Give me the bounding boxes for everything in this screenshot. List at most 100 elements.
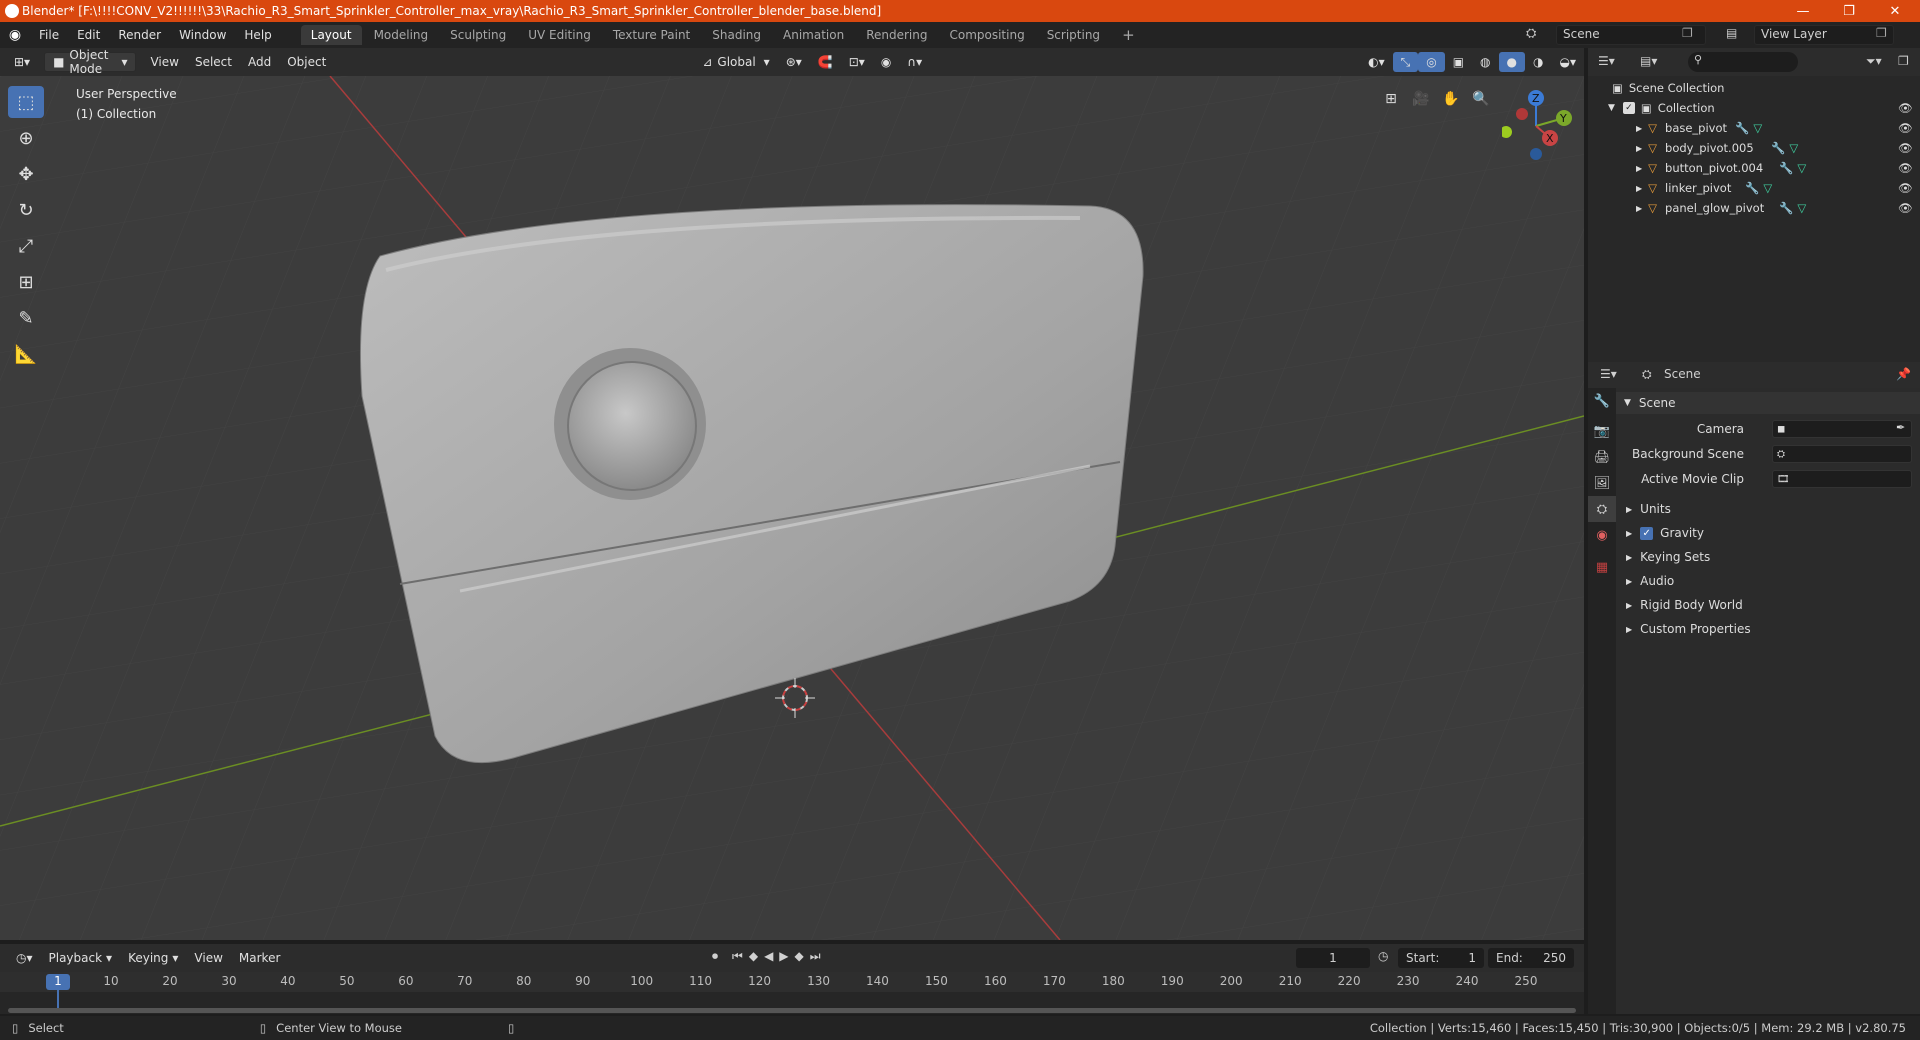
menu-timeline-view[interactable]: View bbox=[186, 948, 230, 968]
output-tab-icon[interactable]: 🖨 bbox=[1588, 444, 1616, 470]
eye-icon[interactable]: 👁 bbox=[1898, 181, 1913, 195]
restore-button[interactable]: ❐ bbox=[1826, 0, 1872, 22]
next-keyframe-icon[interactable]: ◆ bbox=[795, 949, 804, 964]
menu-playback[interactable]: Playback ▾ bbox=[41, 948, 121, 968]
tab-uv-editing[interactable]: UV Editing bbox=[518, 25, 601, 45]
neg-x-axis-icon[interactable] bbox=[1516, 108, 1528, 120]
proportional-edit-icon[interactable]: ◉ bbox=[873, 52, 899, 72]
snap-target-icon[interactable]: ⊡▾ bbox=[841, 52, 873, 72]
scene-panel-header[interactable]: ▼ Scene bbox=[1616, 392, 1920, 414]
menu-add[interactable]: Add bbox=[240, 52, 279, 72]
filter-icon[interactable]: ⏷▾ bbox=[1866, 54, 1882, 69]
visibility-icon[interactable]: ◐▾ bbox=[1360, 52, 1393, 72]
expand-arrow-icon[interactable]: ▶ bbox=[1636, 184, 1642, 193]
jump-end-icon[interactable]: ⏭ bbox=[810, 949, 821, 964]
new-collection-icon[interactable]: ❐ bbox=[1898, 54, 1909, 68]
transform-orientation-selector[interactable]: ⊿ Global ▾ bbox=[694, 52, 777, 72]
outliner-row-object[interactable]: ▶ ▽ button_pivot.004 🔧 ▽ 👁 bbox=[1588, 158, 1920, 178]
expand-arrow-icon[interactable]: ▶ bbox=[1636, 164, 1642, 173]
render-tab-icon[interactable]: 📷 bbox=[1588, 418, 1616, 444]
tab-scripting[interactable]: Scripting bbox=[1037, 25, 1110, 45]
world-tab-icon[interactable]: ◉ bbox=[1588, 522, 1616, 548]
expand-arrow-icon[interactable]: ▶ bbox=[1636, 124, 1642, 133]
tab-rendering[interactable]: Rendering bbox=[856, 25, 937, 45]
eye-icon[interactable]: 👁 bbox=[1898, 101, 1913, 115]
menu-view[interactable]: View bbox=[142, 52, 186, 72]
timeline[interactable]: 1 10 20 30 40 50 60 70 80 90 100 110 120 130 140 150 160… bbox=[0, 972, 1584, 1014]
eye-icon[interactable]: 👁 bbox=[1898, 121, 1913, 135]
expand-arrow-icon[interactable]: ▼ bbox=[1608, 103, 1615, 113]
outliner-row-object[interactable]: ▶ ▽ body_pivot.005 🔧 ▽ 👁 bbox=[1588, 138, 1920, 158]
properties-editor-icon[interactable]: ☰▾ bbox=[1600, 367, 1617, 381]
timeline-scrollbar[interactable] bbox=[8, 1008, 1576, 1013]
outliner-row-scene-collection[interactable]: ▣ Scene Collection bbox=[1588, 78, 1920, 98]
record-icon[interactable]: ⏺ bbox=[712, 949, 718, 964]
measure-tool-icon[interactable]: 📐 bbox=[8, 338, 44, 370]
view-layer-selector[interactable]: View Layer bbox=[1754, 25, 1894, 45]
active-movie-clip-field[interactable]: 🎞 bbox=[1772, 470, 1912, 488]
select-box-tool-icon[interactable]: ⬚ bbox=[8, 86, 44, 118]
eye-icon[interactable]: 👁 bbox=[1898, 161, 1913, 175]
current-frame-field[interactable]: 1 bbox=[1296, 948, 1370, 968]
eye-icon[interactable]: 👁 bbox=[1898, 141, 1913, 155]
play-icon[interactable]: ▶ bbox=[779, 949, 788, 964]
pivot-point-icon[interactable]: ⊛▾ bbox=[778, 52, 810, 72]
tab-shading[interactable]: Shading bbox=[702, 25, 771, 45]
toggle-view-icon[interactable]: ⊞ bbox=[1378, 86, 1404, 112]
eyedropper-icon[interactable]: ✒ bbox=[1896, 421, 1905, 434]
menu-render[interactable]: Render bbox=[109, 28, 170, 42]
camera-field[interactable]: ◼ bbox=[1772, 420, 1912, 438]
new-scene-icon[interactable]: ❐ bbox=[1682, 26, 1693, 40]
texture-tab-icon[interactable]: ▦ bbox=[1588, 554, 1616, 580]
rotate-tool-icon[interactable]: ↻ bbox=[8, 194, 44, 226]
timeline-editor-icon[interactable]: ◷▾ bbox=[8, 948, 41, 968]
camera-view-icon[interactable]: 🎥 bbox=[1408, 86, 1434, 112]
view-layer-tab-icon[interactable]: 🖼 bbox=[1588, 470, 1616, 496]
viewport-canvas[interactable] bbox=[0, 76, 1584, 940]
tab-modeling[interactable]: Modeling bbox=[364, 25, 439, 45]
menu-select[interactable]: Select bbox=[187, 52, 240, 72]
audio-panel-header[interactable]: ▶ Audio bbox=[1616, 570, 1920, 592]
menu-keying[interactable]: Keying ▾ bbox=[120, 948, 186, 968]
falloff-icon[interactable]: ∩▾ bbox=[899, 52, 930, 72]
rendered-shading-icon[interactable]: ◒▾ bbox=[1552, 52, 1585, 72]
menu-window[interactable]: Window bbox=[170, 28, 235, 42]
outliner-row-collection[interactable]: ▼ ✓ ▣ Collection 👁 bbox=[1588, 98, 1920, 118]
minimize-button[interactable]: — bbox=[1780, 0, 1826, 22]
tab-layout[interactable]: Layout bbox=[300, 25, 362, 45]
scale-tool-icon[interactable]: ⤢ bbox=[8, 230, 44, 262]
outliner-row-object[interactable]: ▶ ▽ base_pivot 🔧 ▽ 👁 bbox=[1588, 118, 1920, 138]
neg-y-axis-icon[interactable] bbox=[1500, 126, 1512, 138]
custom-properties-panel-header[interactable]: ▶ Custom Properties bbox=[1616, 618, 1920, 640]
tab-compositing[interactable]: Compositing bbox=[939, 25, 1034, 45]
jump-start-icon[interactable]: ⏮ bbox=[732, 949, 743, 964]
keying-sets-panel-header[interactable]: ▶ Keying Sets bbox=[1616, 546, 1920, 568]
frame-ruler[interactable]: 1 10 20 30 40 50 60 70 80 90 100 110 120 130 140 150 160… bbox=[0, 972, 1584, 992]
end-frame-field[interactable]: End: 250 bbox=[1488, 948, 1574, 968]
outliner-search-field[interactable] bbox=[1688, 52, 1798, 72]
expand-arrow-icon[interactable]: ▶ bbox=[1636, 144, 1642, 153]
overlay-toggle-icon[interactable]: ◎ bbox=[1418, 52, 1445, 72]
blender-menu-icon[interactable]: ◉ bbox=[0, 27, 30, 43]
gravity-panel-header[interactable]: ▶ ✓ Gravity bbox=[1616, 522, 1920, 544]
mode-selector[interactable]: ■ Object Mode ▾ bbox=[44, 48, 137, 76]
view-layer-icon[interactable]: ▤ bbox=[1726, 26, 1737, 40]
material-shading-icon[interactable]: ◑ bbox=[1525, 52, 1551, 72]
zoom-icon[interactable]: 🔍 bbox=[1468, 86, 1494, 112]
wireframe-shading-icon[interactable]: ◍ bbox=[1472, 52, 1498, 72]
pin-icon[interactable]: 📌 bbox=[1896, 367, 1911, 381]
start-frame-field[interactable]: Start: 1 bbox=[1398, 948, 1484, 968]
outliner-row-object[interactable]: ▶ ▽ panel_glow_pivot 🔧 ▽ 👁 bbox=[1588, 198, 1920, 218]
3d-viewport[interactable] bbox=[0, 76, 1584, 940]
display-mode-icon[interactable]: ▤▾ bbox=[1640, 54, 1657, 68]
cursor-tool-icon[interactable]: ⊕ bbox=[8, 122, 44, 154]
tool-tab-icon[interactable]: 🔧 bbox=[1588, 388, 1616, 414]
snap-icon[interactable]: 🧲 bbox=[810, 52, 841, 72]
prev-keyframe-icon[interactable]: ◆ bbox=[749, 949, 758, 964]
tab-animation[interactable]: Animation bbox=[773, 25, 854, 45]
play-reverse-icon[interactable]: ◀ bbox=[764, 949, 773, 964]
units-panel-header[interactable]: ▶ Units bbox=[1616, 498, 1920, 520]
eye-icon[interactable]: 👁 bbox=[1898, 201, 1913, 215]
collection-checkbox[interactable]: ✓ bbox=[1622, 102, 1635, 114]
rigid-body-world-panel-header[interactable]: ▶ Rigid Body World bbox=[1616, 594, 1920, 616]
